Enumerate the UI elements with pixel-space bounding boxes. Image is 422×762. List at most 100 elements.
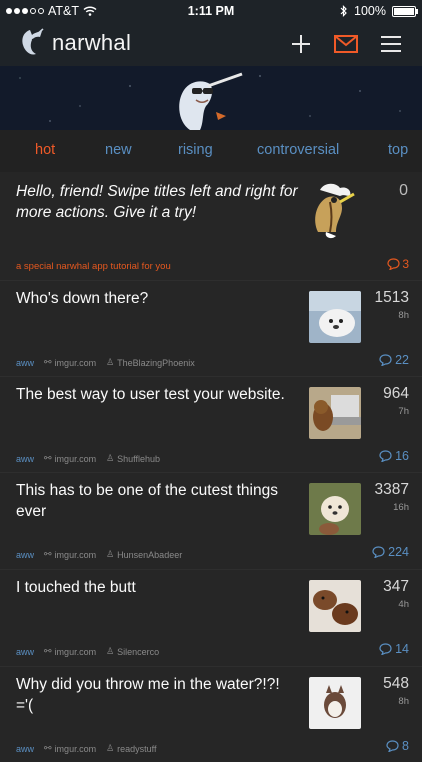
tutorial-post[interactable]: Hello, friend! Swipe titles left and rig… [0, 172, 422, 278]
brand[interactable]: narwhal [18, 28, 131, 58]
post-score: 347 [383, 578, 409, 595]
narwhal-mascot-icon [179, 72, 243, 130]
link-icon: ⚯ [44, 453, 52, 463]
post-score: 964 [383, 385, 409, 402]
post-subreddit[interactable]: aww [16, 358, 34, 368]
comment-bubble-icon [386, 740, 399, 752]
comment-bubble-icon [379, 354, 392, 366]
post-age: 8h [398, 310, 409, 321]
post-meta: aww ⚯ imgur.com ♙ HunsenAbadeer [16, 549, 182, 560]
post-row[interactable]: I touched the butt 347 4h aww ⚯ imgur.com… [0, 569, 422, 665]
post-title[interactable]: Who's down there? [16, 289, 296, 310]
tab-controversial[interactable]: controversial [257, 142, 339, 158]
post-comment-count: 8 [402, 739, 409, 753]
app-title: narwhal [52, 30, 132, 55]
post-subreddit[interactable]: aww [16, 744, 34, 754]
post-score: 548 [383, 675, 409, 692]
tutorial-comment-count: 3 [402, 257, 409, 271]
post-score: 3387 [374, 481, 409, 498]
post-title[interactable]: I touched the butt [16, 578, 296, 599]
sort-tabs: hot new rising controversial top [0, 130, 422, 172]
battery-percent: 100% [354, 4, 386, 18]
menu-button[interactable] [379, 32, 403, 56]
post-age: 4h [398, 599, 409, 610]
post-domain[interactable]: imgur.com [55, 647, 97, 657]
post-author[interactable]: TheBlazingPhoenix [117, 358, 195, 368]
narwhal-logo-icon [22, 28, 44, 55]
post-age: 8h [398, 696, 409, 707]
comment-bubble-icon [387, 258, 400, 270]
tutorial-comments-button[interactable]: 3 [387, 257, 409, 271]
tutorial-subtitle[interactable]: a special narwhal app tutorial for you [16, 261, 171, 272]
post-title[interactable]: This has to be one of the cutest things … [16, 481, 296, 522]
post-row[interactable]: The best way to user test your website. … [0, 376, 422, 472]
battery-icon [392, 5, 418, 17]
post-domain[interactable]: imgur.com [55, 454, 97, 464]
post-title[interactable]: Why did you throw me in the water?!?! ='… [16, 675, 296, 716]
post-meta: aww ⚯ imgur.com ♙ Silencerco [16, 646, 159, 657]
post-thumbnail[interactable] [309, 483, 361, 535]
post-row[interactable]: Who's down there? 1513 8h aww ⚯ imgur.com… [0, 280, 422, 376]
link-icon: ⚯ [44, 549, 52, 559]
header-banner [0, 66, 422, 130]
post-author[interactable]: readystuff [117, 744, 156, 754]
post-comment-count: 224 [388, 545, 409, 559]
link-icon: ⚯ [44, 357, 52, 367]
post-comment-count: 22 [395, 353, 409, 367]
post-row[interactable]: This has to be one of the cutest things … [0, 472, 422, 568]
post-comments-button[interactable]: 224 [372, 545, 409, 559]
comment-bubble-icon [379, 643, 392, 655]
post-comments-button[interactable]: 16 [379, 449, 409, 463]
tutorial-text: Hello, friend! Swipe titles left and rig… [16, 183, 298, 221]
post-author[interactable]: Silencerco [117, 647, 159, 657]
post-subreddit[interactable]: aww [16, 550, 34, 560]
menu-icon [381, 36, 401, 52]
user-icon: ♙ [106, 646, 115, 656]
user-icon: ♙ [106, 743, 115, 753]
user-icon: ♙ [106, 357, 115, 367]
inbox-button[interactable] [334, 32, 358, 56]
tab-hot[interactable]: hot [35, 142, 55, 158]
post-subreddit[interactable]: aww [16, 454, 34, 464]
tab-rising[interactable]: rising [178, 142, 213, 158]
post-title[interactable]: The best way to user test your website. [16, 385, 296, 406]
post-domain[interactable]: imgur.com [55, 358, 97, 368]
post-thumbnail[interactable] [309, 387, 361, 439]
plus-icon [292, 35, 310, 53]
post-comment-count: 16 [395, 449, 409, 463]
post-thumbnail[interactable] [309, 677, 361, 729]
post-author[interactable]: Shufflehub [117, 454, 160, 464]
status-bar: AT&T 1:11 PM 100% [0, 0, 422, 22]
post-row[interactable]: Why did you throw me in the water?!?! ='… [0, 666, 422, 762]
user-icon: ♙ [106, 549, 115, 559]
post-author[interactable]: HunsenAbadeer [117, 550, 182, 560]
mail-icon [334, 35, 358, 53]
post-comment-count: 14 [395, 642, 409, 656]
post-meta: aww ⚯ imgur.com ♙ TheBlazingPhoenix [16, 357, 195, 368]
tab-top[interactable]: top [388, 142, 408, 158]
post-subreddit[interactable]: aww [16, 647, 34, 657]
comment-bubble-icon [372, 546, 385, 558]
post-domain[interactable]: imgur.com [55, 744, 97, 754]
navigation-bar: narwhal [0, 22, 422, 66]
post-score: 1513 [374, 289, 409, 306]
post-comments-button[interactable]: 22 [379, 353, 409, 367]
post-domain[interactable]: imgur.com [55, 550, 97, 560]
comment-bubble-icon [379, 450, 392, 462]
post-thumbnail[interactable] [309, 580, 361, 632]
post-comments-button[interactable]: 8 [386, 739, 409, 753]
post-age: 7h [398, 406, 409, 417]
post-age: 16h [393, 502, 409, 513]
post-comments-button[interactable]: 14 [379, 642, 409, 656]
narwhal-professor-icon [315, 183, 355, 239]
new-post-button[interactable] [289, 32, 313, 56]
tab-new[interactable]: new [105, 142, 132, 158]
bluetooth-icon [340, 5, 347, 17]
post-thumbnail[interactable] [309, 291, 361, 343]
link-icon: ⚯ [44, 743, 52, 753]
post-meta: aww ⚯ imgur.com ♙ Shufflehub [16, 453, 160, 464]
user-icon: ♙ [106, 453, 115, 463]
link-icon: ⚯ [44, 646, 52, 656]
post-meta: aww ⚯ imgur.com ♙ readystuff [16, 743, 157, 754]
tutorial-score: 0 [399, 182, 408, 199]
